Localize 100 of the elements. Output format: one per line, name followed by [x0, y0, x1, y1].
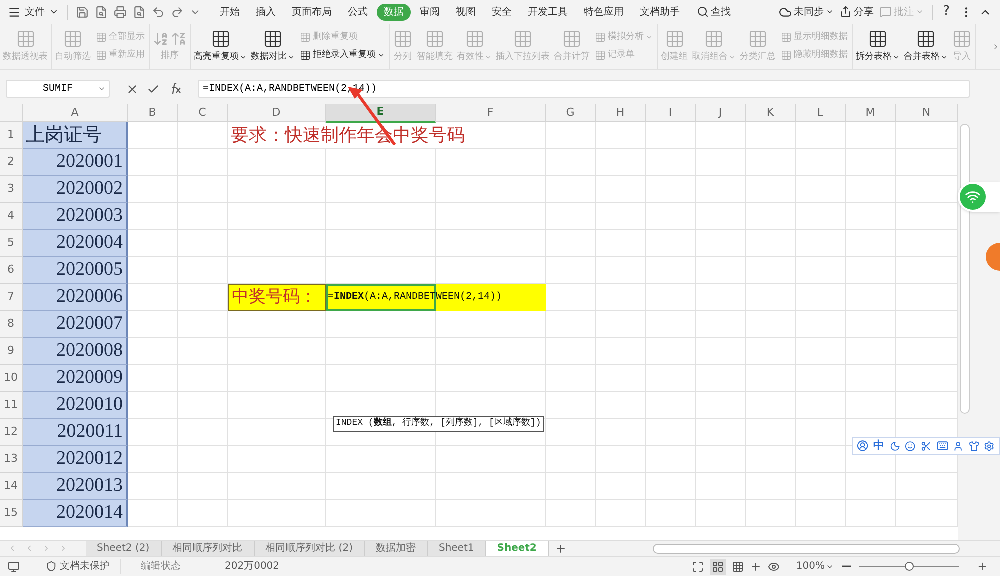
table-cell	[746, 257, 796, 284]
row-number[interactable]: 12	[0, 419, 23, 446]
table-cell	[746, 365, 796, 392]
zoom-dropdown[interactable]: 100%	[796, 559, 834, 574]
table-cell	[128, 122, 178, 149]
table-cell	[128, 446, 178, 473]
search-button[interactable]: 查找	[689, 4, 739, 20]
ribbon-tab[interactable]: 开发工具	[521, 4, 575, 20]
zoom-in-icon[interactable]	[977, 561, 988, 572]
document-icon[interactable]	[95, 6, 108, 18]
redo-icon[interactable]	[171, 6, 184, 18]
sheet-tab[interactable]: Sheet1	[428, 541, 486, 556]
row-number[interactable]: 1	[0, 122, 23, 149]
sheet-tab[interactable]: 相同顺序列对比	[162, 541, 255, 556]
grid-icon	[748, 28, 768, 49]
save-icon[interactable]	[76, 6, 89, 18]
row-number[interactable]: 4	[0, 203, 23, 230]
sheet-tab[interactable]: 数据加密	[364, 541, 428, 556]
ribbon-tab[interactable]: 开始	[213, 4, 247, 20]
ribbon-tab[interactable]: 公式	[341, 4, 375, 20]
row-number[interactable]: 9	[0, 338, 23, 365]
protection-status[interactable]: 文档未保护	[46, 559, 121, 574]
grid-icon	[664, 28, 684, 49]
ribbon-tab[interactable]: 视图	[449, 4, 483, 20]
scissors-icon[interactable]	[920, 440, 932, 452]
column-header[interactable]: G	[546, 104, 596, 122]
column-header[interactable]: M	[846, 104, 896, 122]
monitor-icon[interactable]	[8, 560, 20, 572]
column-header[interactable]: I	[646, 104, 696, 122]
sheet-tab[interactable]: Sheet2	[486, 541, 549, 556]
row-number[interactable]: 6	[0, 257, 23, 284]
ribbon-tab[interactable]: 页面布局	[285, 4, 339, 20]
ribbon-button[interactable]: 拒绝录入重复项	[300, 48, 385, 62]
column-header[interactable]: C	[178, 104, 228, 122]
sync-button[interactable]: 未同步	[779, 4, 834, 20]
share-button[interactable]: 分享	[840, 4, 874, 20]
column-header[interactable]: J	[696, 104, 746, 122]
ribbon-button[interactable]: 拆分表格	[854, 24, 902, 69]
row-number[interactable]: 15	[0, 500, 23, 527]
column-header[interactable]: E	[326, 104, 436, 122]
ribbon-tab[interactable]: 插入	[249, 4, 283, 20]
ribbon-tab[interactable]: 文档助手	[633, 4, 687, 20]
smile-icon[interactable]	[905, 440, 916, 452]
fullscreen-icon[interactable]	[692, 560, 704, 572]
ribbon-tab[interactable]: 特色应用	[577, 4, 631, 20]
table-cell: 2020007	[23, 311, 128, 338]
ribbon-button[interactable]: 合并表格	[902, 24, 950, 69]
column-header[interactable]: B	[128, 104, 178, 122]
ribbon-button[interactable]: 数据对比	[249, 24, 297, 69]
vertical-scrollbar[interactable]	[960, 124, 970, 414]
ribbon-tab[interactable]: 数据	[377, 4, 411, 20]
grid-icon	[781, 50, 792, 61]
normal-view-icon[interactable]	[710, 558, 726, 574]
file-menu[interactable]: 文件	[8, 4, 68, 20]
row-number[interactable]: 5	[0, 230, 23, 257]
table-cell	[128, 176, 178, 203]
table-cell	[746, 149, 796, 176]
keyboard-icon[interactable]	[936, 440, 948, 452]
person-icon[interactable]	[953, 440, 964, 452]
input-mode[interactable]: 中	[874, 438, 885, 454]
row-number[interactable]: 13	[0, 446, 23, 473]
slider-thumb[interactable]	[905, 562, 914, 571]
confirm-icon[interactable]	[147, 82, 160, 96]
crosshair-icon[interactable]	[750, 560, 762, 572]
moon-icon[interactable]	[890, 440, 900, 452]
column-header[interactable]: F	[436, 104, 546, 122]
help-button[interactable]: ?	[939, 2, 954, 22]
row-number[interactable]: 7	[0, 284, 23, 311]
settings-icon[interactable]	[984, 440, 996, 452]
column-header[interactable]: L	[796, 104, 846, 122]
ribbon-button[interactable]: 高亮重复项	[192, 24, 249, 69]
column-header[interactable]: H	[596, 104, 646, 122]
zoom-slider[interactable]	[859, 562, 959, 572]
ribbon-tab[interactable]: 审阅	[413, 4, 447, 20]
table-cell	[596, 392, 646, 419]
page-break-icon[interactable]	[732, 560, 744, 572]
table-cell	[696, 392, 746, 419]
horizontal-scrollbar[interactable]	[652, 544, 960, 554]
print-preview-icon[interactable]	[133, 6, 146, 18]
name-box[interactable]: SUMIF	[6, 80, 110, 98]
row-number[interactable]: 8	[0, 311, 23, 338]
user-icon[interactable]	[857, 440, 869, 452]
table-cell	[746, 338, 796, 365]
shirt-icon[interactable]	[968, 440, 980, 452]
row-number[interactable]: 11	[0, 392, 23, 419]
ribbon-tab[interactable]: 安全	[485, 4, 519, 20]
printer-icon[interactable]	[114, 6, 127, 18]
undo-icon[interactable]	[152, 6, 165, 18]
sheet-tab[interactable]: Sheet2 (2)	[86, 541, 162, 556]
sheet-tab[interactable]: 相同顺序列对比 (2)	[254, 541, 365, 556]
row-number[interactable]: 14	[0, 473, 23, 500]
column-header[interactable]: K	[746, 104, 796, 122]
table-cell	[128, 392, 178, 419]
cancel-icon[interactable]	[126, 82, 139, 96]
eye-icon[interactable]	[768, 560, 780, 572]
add-sheet-icon[interactable]	[554, 542, 567, 554]
row-number[interactable]: 10	[0, 365, 23, 392]
row-number[interactable]: 2	[0, 149, 23, 176]
assistant-widget[interactable]	[958, 182, 1000, 212]
row-number[interactable]: 3	[0, 176, 23, 203]
